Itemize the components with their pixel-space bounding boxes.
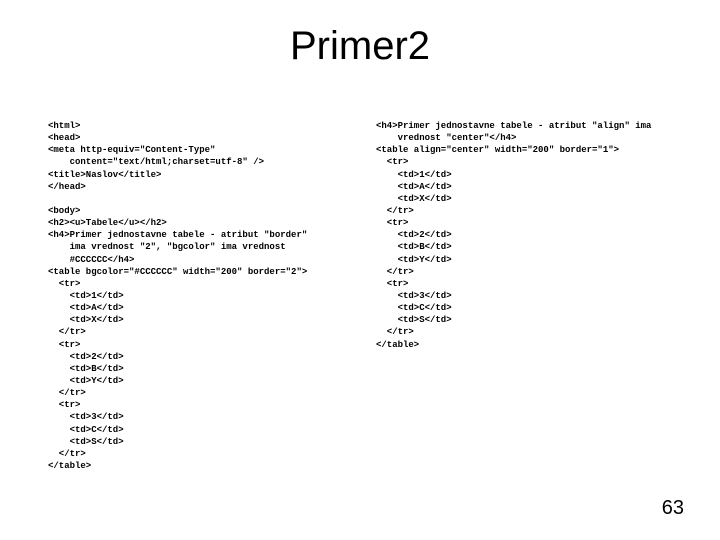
slide: Primer2 <html> <head> <meta http-equiv="… [0, 0, 720, 540]
slide-title: Primer2 [0, 24, 720, 69]
code-column-right: <h4>Primer jednostavne tabele - atribut … [376, 120, 672, 472]
code-columns: <html> <head> <meta http-equiv="Content-… [48, 120, 672, 472]
code-column-left: <html> <head> <meta http-equiv="Content-… [48, 120, 344, 472]
page-number: 63 [662, 497, 684, 520]
